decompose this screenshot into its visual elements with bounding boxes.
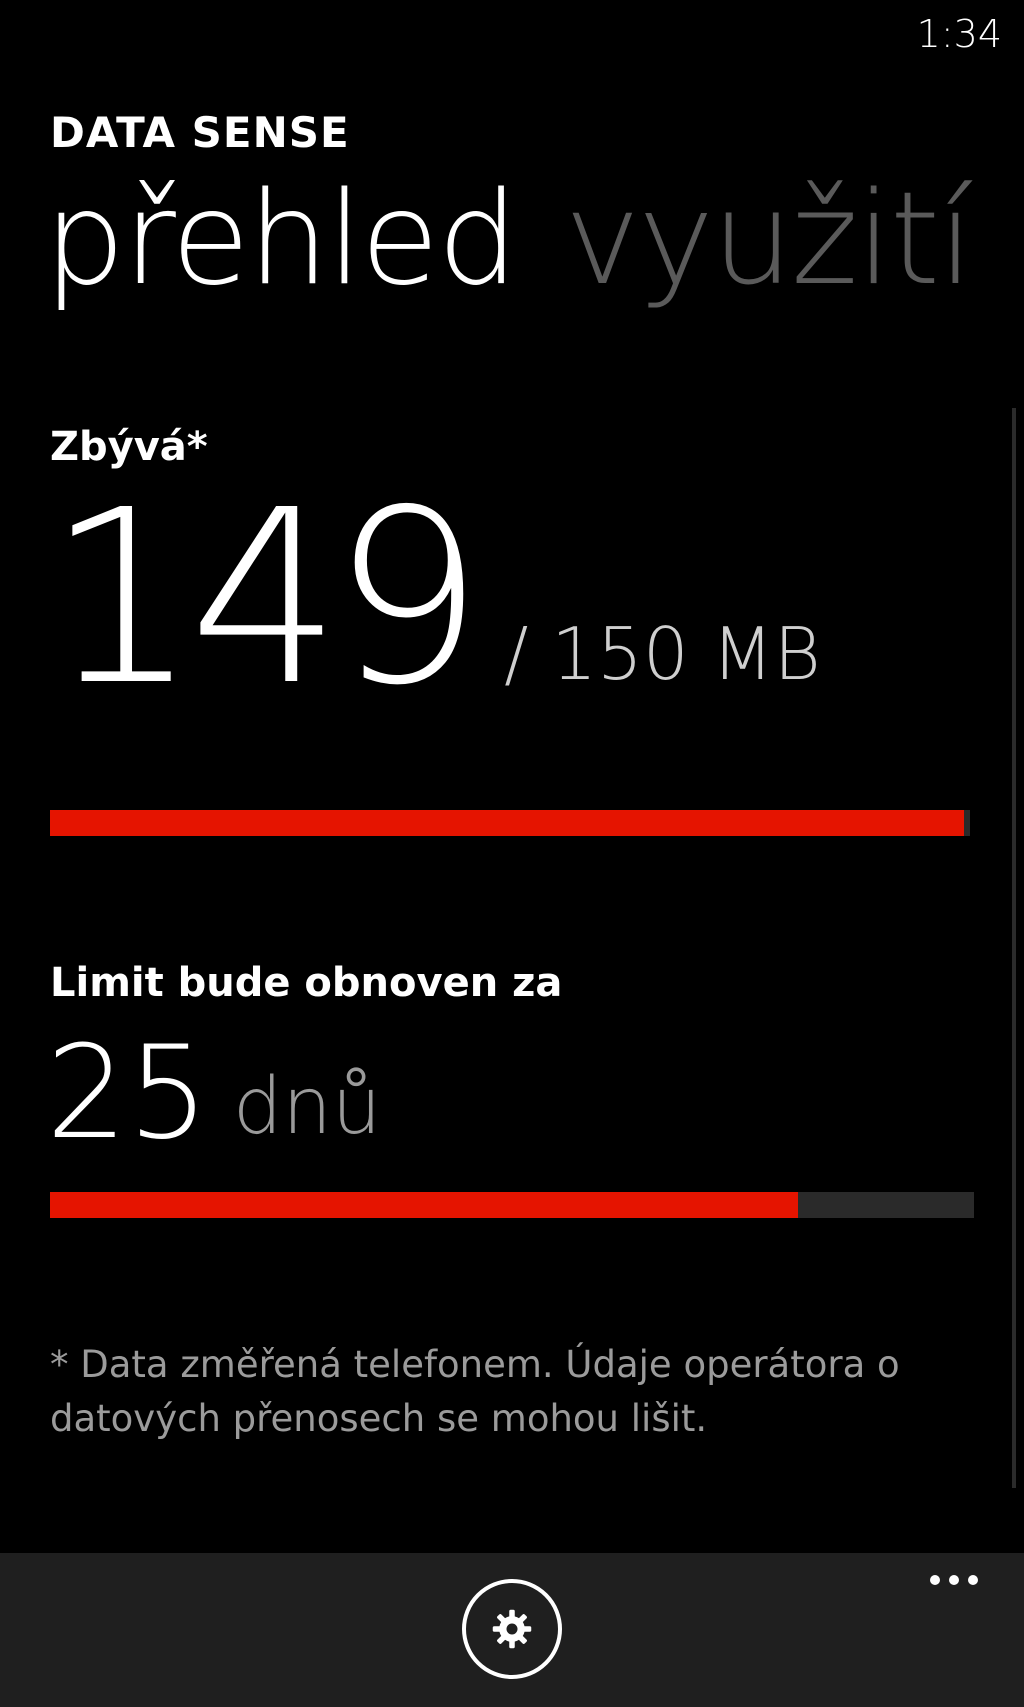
app-bar xyxy=(0,1553,1024,1707)
remaining-row: 149 / 150 MB xyxy=(46,478,821,718)
more-button[interactable] xyxy=(930,1575,978,1585)
scrollbar[interactable] xyxy=(1012,408,1016,1488)
days-row: 25 dnů xyxy=(46,1030,381,1158)
reset-label: Limit bude obnoven za xyxy=(50,960,563,1006)
status-time: 1:34 xyxy=(916,12,1002,56)
days-remaining-bar-fill xyxy=(50,1192,799,1218)
remaining-value: 149 xyxy=(46,458,484,738)
ellipsis-icon xyxy=(930,1575,940,1585)
ellipsis-icon xyxy=(949,1575,959,1585)
settings-button[interactable] xyxy=(462,1579,562,1679)
gear-icon xyxy=(492,1609,532,1649)
ellipsis-icon xyxy=(968,1575,978,1585)
footnote: * Data změřená telefonem. Údaje operátor… xyxy=(50,1343,900,1440)
days-remaining-bar xyxy=(50,1192,974,1218)
data-usage-bar-fill xyxy=(50,810,964,836)
pivot-header: přehled využití xyxy=(44,169,974,311)
days-value: 25 xyxy=(46,1019,209,1168)
pivot-item-prehled[interactable]: přehled xyxy=(44,165,518,314)
data-usage-bar xyxy=(50,810,970,836)
app-title: DATA SENSE xyxy=(50,108,350,157)
days-unit: dnů xyxy=(232,1062,382,1152)
remaining-total: / 150 MB xyxy=(504,612,821,696)
pivot-item-vyuziti[interactable]: využití xyxy=(565,165,974,314)
